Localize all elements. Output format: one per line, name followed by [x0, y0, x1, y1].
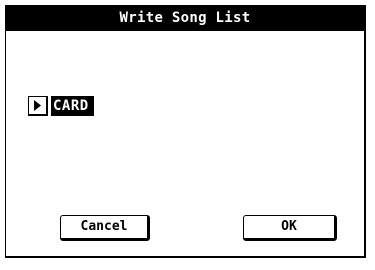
- triangle-right-icon: [33, 100, 42, 111]
- write-song-list-dialog: Write Song List CARD Cancel OK: [5, 5, 366, 258]
- device-arrow-button[interactable]: [28, 96, 48, 116]
- device-label[interactable]: CARD: [51, 96, 94, 116]
- device-selector: CARD: [28, 96, 94, 116]
- ok-button[interactable]: OK: [243, 215, 337, 241]
- dialog-title: Write Song List: [6, 6, 364, 31]
- cancel-button[interactable]: Cancel: [60, 215, 150, 241]
